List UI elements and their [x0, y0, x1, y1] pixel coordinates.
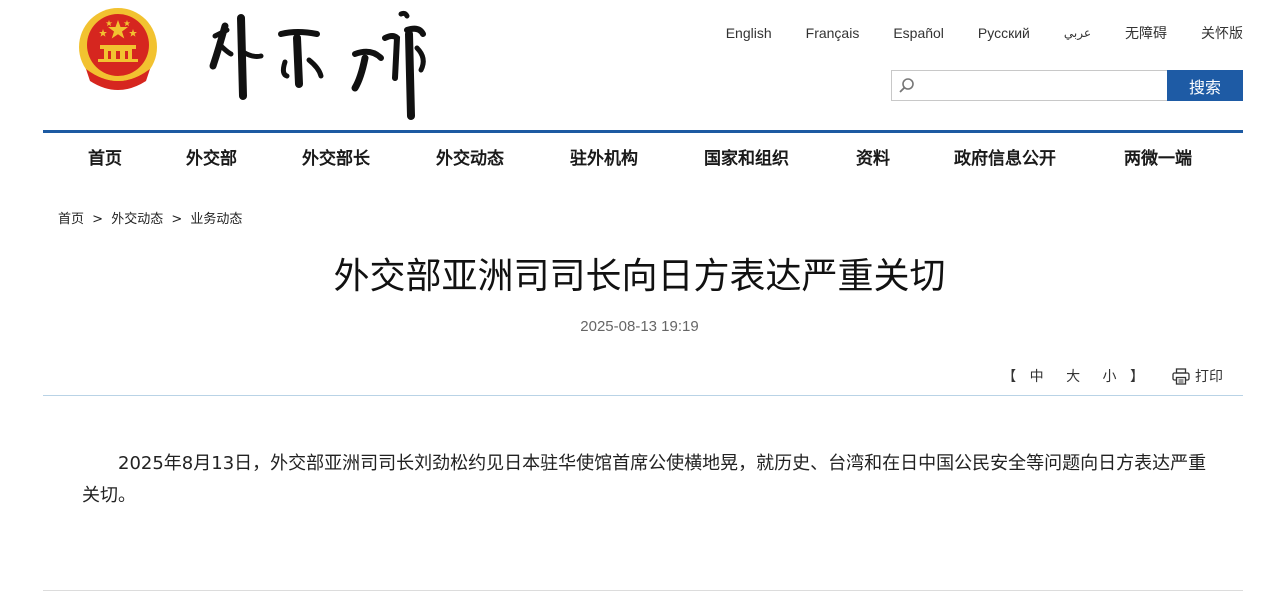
elder-care-mode-link[interactable]: 关怀版	[1201, 24, 1243, 42]
printer-icon	[1172, 367, 1190, 385]
print-button[interactable]: 打印	[1172, 366, 1223, 386]
breadcrumb-separator: >	[171, 212, 183, 227]
nav-item-ministry[interactable]: 外交部	[186, 133, 237, 185]
font-size-large[interactable]: 大	[1066, 369, 1080, 385]
accessibility-link[interactable]: 无障碍	[1125, 24, 1167, 42]
lang-arabic-link[interactable]: عربي	[1064, 24, 1091, 42]
nav-item-diplomatic-news[interactable]: 外交动态	[436, 133, 504, 185]
font-size-bracket-close: 】	[1130, 369, 1144, 385]
nav-item-home[interactable]: 首页	[88, 133, 122, 185]
main-nav: 首页 外交部 外交部长 外交动态 驻外机构 国家和组织 资料 政府信息公开 两微…	[43, 133, 1243, 185]
breadcrumb-business-news[interactable]: 业务动态	[190, 212, 242, 227]
lang-english-link[interactable]: English	[726, 24, 772, 42]
article-date: 2025-08-13 19:19	[580, 318, 699, 335]
breadcrumb: 首页 > 外交动态 > 业务动态	[58, 208, 242, 227]
nav-item-government-info[interactable]: 政府信息公开	[954, 133, 1056, 185]
national-emblem-logo	[76, 7, 160, 93]
breadcrumb-separator: >	[92, 212, 104, 227]
breadcrumb-diplomatic-news[interactable]: 外交动态	[111, 212, 163, 227]
nav-item-social-media[interactable]: 两微一端	[1124, 133, 1192, 185]
font-size-medium[interactable]: 中	[1030, 369, 1044, 385]
search-bar: 搜索	[891, 70, 1243, 101]
language-bar: English Français Español Русский عربي 无障…	[692, 24, 1243, 42]
article-tools: 【 中 大 小 】 打印	[1002, 366, 1223, 386]
search-button[interactable]: 搜索	[1167, 70, 1243, 101]
nav-item-minister[interactable]: 外交部长	[302, 133, 370, 185]
search-input-container	[891, 70, 1167, 101]
lang-spanish-link[interactable]: Español	[893, 24, 944, 42]
lang-russian-link[interactable]: Русский	[978, 24, 1030, 42]
print-label: 打印	[1195, 369, 1223, 385]
lang-french-link[interactable]: Français	[806, 24, 860, 42]
nav-item-countries-organizations[interactable]: 国家和组织	[704, 133, 789, 185]
breadcrumb-home[interactable]: 首页	[58, 212, 84, 227]
font-size-selector: 【 中 大 小 】	[1002, 366, 1144, 386]
nav-item-resources[interactable]: 资料	[856, 133, 890, 185]
article-title: 外交部亚洲司司长向日方表达严重关切	[333, 256, 946, 297]
ministry-calligraphy-logo	[205, 8, 435, 120]
article-header-divider	[43, 395, 1243, 396]
nav-item-missions-abroad[interactable]: 驻外机构	[570, 133, 638, 185]
font-size-bracket-open: 【	[1002, 369, 1017, 385]
article-body: 2025年8月13日，外交部亚洲司司长刘劲松约见日本驻华使馆首席公使横地晃，就历…	[82, 453, 1207, 506]
font-size-small[interactable]: 小	[1103, 369, 1117, 385]
article-footer-divider	[43, 590, 1243, 591]
search-icon	[899, 78, 914, 93]
search-input[interactable]	[922, 71, 1166, 100]
